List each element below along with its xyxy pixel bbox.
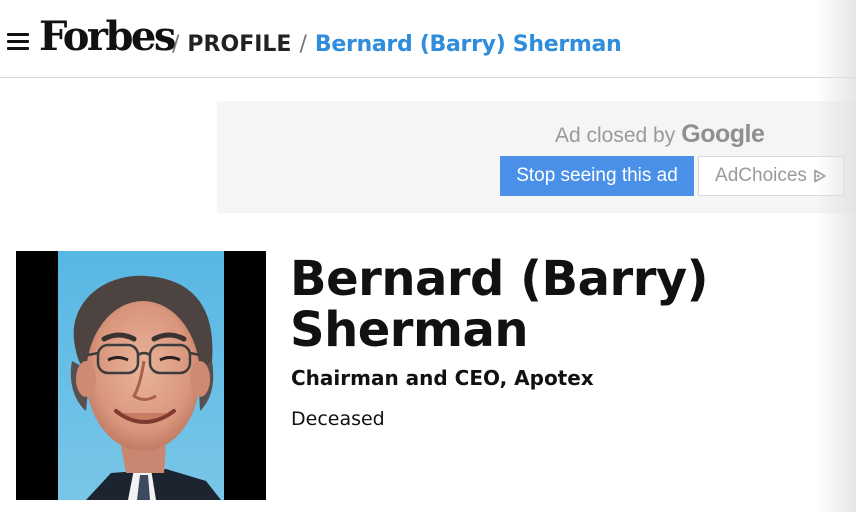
- adchoices-button[interactable]: AdChoices: [698, 156, 844, 196]
- breadcrumb-current-profile[interactable]: Bernard (Barry) Sherman: [315, 32, 622, 57]
- profile-title: Chairman and CEO, Apotex: [291, 366, 594, 390]
- breadcrumb: / PROFILE / Bernard (Barry) Sherman: [172, 30, 622, 58]
- profile-status: Deceased: [291, 408, 385, 430]
- hamburger-menu-icon[interactable]: [7, 31, 29, 51]
- ad-closed-text: Ad closed by: [555, 124, 676, 147]
- breadcrumb-separator: /: [172, 31, 180, 57]
- breadcrumb-separator: /: [299, 31, 307, 57]
- adchoices-triangle-icon: [814, 169, 826, 183]
- profile-name: Bernard (Barry) Sherman: [290, 251, 709, 358]
- profile-photo: [16, 251, 266, 500]
- site-header: Forbes / PROFILE / Bernard (Barry) Sherm…: [0, 0, 856, 78]
- adchoices-label: AdChoices: [715, 165, 807, 186]
- breadcrumb-profile[interactable]: PROFILE: [187, 32, 291, 57]
- ad-closed-message: Ad closed by Google: [555, 120, 765, 149]
- forbes-logo[interactable]: Forbes: [39, 12, 176, 62]
- google-logo: Google: [681, 120, 765, 148]
- stop-seeing-ad-button[interactable]: Stop seeing this ad: [500, 156, 694, 196]
